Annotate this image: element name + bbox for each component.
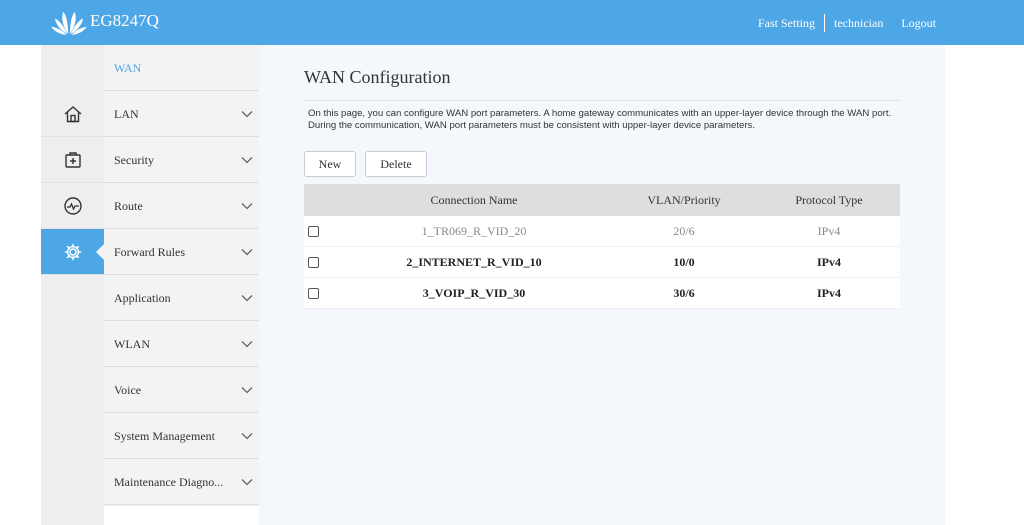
column-header-vlan-priority: VLAN/Priority <box>647 192 721 207</box>
device-model: EG8247Q <box>90 11 159 30</box>
page-description: On this page, you can configure WAN port… <box>308 108 892 131</box>
connection-name: 2_INTERNET_R_VID_10 <box>406 254 542 269</box>
new-button[interactable]: New <box>304 151 356 177</box>
menu-item-label: Security <box>114 153 154 167</box>
chevron-down-icon <box>241 433 253 440</box>
menu-item-label: Application <box>114 291 171 305</box>
menu-item-route[interactable]: Route <box>104 183 259 229</box>
settings-menu: WAN LAN Security Route Forward Rules App… <box>104 45 259 506</box>
vlan-priority: 30/6 <box>673 285 695 300</box>
table-row[interactable]: 1_TR069_R_VID_20 20/6 IPv4 <box>304 216 900 247</box>
menu-item-label: Maintenance Diagno... <box>114 475 224 489</box>
menu-item-maintenance-diagnosis[interactable]: Maintenance Diagno... <box>104 459 259 505</box>
title-divider <box>304 100 900 101</box>
column-header-connection-name: Connection Name <box>430 192 518 207</box>
menu-item-label: Forward Rules <box>114 245 185 259</box>
add-box-icon <box>64 151 81 168</box>
vlan-priority: 20/6 <box>673 223 695 238</box>
rail-status[interactable] <box>41 183 104 229</box>
table-row[interactable]: 2_INTERNET_R_VID_10 10/0 IPv4 <box>304 247 900 278</box>
category-rail <box>41 45 105 525</box>
table-header: Connection Name VLAN/Priority Protocol T… <box>304 184 900 216</box>
chevron-down-icon <box>241 341 253 348</box>
page-title: WAN Configuration <box>304 67 451 87</box>
chevron-down-icon <box>241 387 253 394</box>
huawei-logo-icon <box>51 11 87 36</box>
menu-item-label: System Management <box>114 429 215 443</box>
wan-connection-table: Connection Name VLAN/Priority Protocol T… <box>304 184 900 309</box>
protocol-type: IPv4 <box>817 223 841 238</box>
header-links: Fast Setting technician Logout <box>758 14 936 32</box>
menu-item-label: WAN <box>114 61 142 75</box>
menu-item-voice[interactable]: Voice <box>104 367 259 413</box>
row-checkbox[interactable] <box>308 288 319 299</box>
chevron-down-icon <box>241 157 253 164</box>
chevron-down-icon <box>241 249 253 256</box>
menu-item-lan[interactable]: LAN <box>104 91 259 137</box>
menu-item-label: Route <box>114 199 143 213</box>
pulse-icon <box>63 196 82 215</box>
fast-setting-link[interactable]: Fast Setting <box>758 16 815 31</box>
column-header-protocol-type: Protocol Type <box>795 192 863 207</box>
row-checkbox[interactable] <box>308 257 319 268</box>
row-checkbox[interactable] <box>308 226 319 237</box>
rail-home[interactable] <box>41 91 104 137</box>
protocol-type: IPv4 <box>817 285 841 300</box>
connection-name: 3_VOIP_R_VID_30 <box>422 285 526 300</box>
menu-item-label: Voice <box>114 383 142 397</box>
chevron-down-icon <box>241 203 253 210</box>
menu-item-security[interactable]: Security <box>104 137 259 183</box>
menu-item-label: WLAN <box>114 337 150 351</box>
main-content: WAN Configuration On this page, you can … <box>259 45 945 525</box>
username-link[interactable]: technician <box>834 16 883 31</box>
header-divider <box>824 14 826 32</box>
chevron-down-icon <box>241 111 253 118</box>
gear-icon <box>64 243 81 260</box>
rail-settings[interactable] <box>41 229 105 275</box>
top-bar: EG8247Q Fast Setting technician Logout <box>0 0 1024 45</box>
connection-name: 1_TR069_R_VID_20 <box>421 223 527 238</box>
menu-item-system-management[interactable]: System Management <box>104 413 259 459</box>
rail-advanced[interactable] <box>41 137 104 183</box>
delete-button[interactable]: Delete <box>365 151 427 177</box>
home-icon <box>64 105 81 122</box>
menu-item-wlan[interactable]: WLAN <box>104 321 259 367</box>
menu-item-application[interactable]: Application <box>104 275 259 321</box>
chevron-down-icon <box>241 479 253 486</box>
menu-item-label: LAN <box>114 107 139 121</box>
vlan-priority: 10/0 <box>673 254 695 269</box>
protocol-type: IPv4 <box>817 254 841 269</box>
menu-item-wan[interactable]: WAN <box>104 45 259 91</box>
chevron-down-icon <box>241 295 253 302</box>
menu-item-forward-rules[interactable]: Forward Rules <box>104 229 259 275</box>
table-row[interactable]: 3_VOIP_R_VID_30 30/6 IPv4 <box>304 278 900 309</box>
logout-link[interactable]: Logout <box>901 16 936 31</box>
